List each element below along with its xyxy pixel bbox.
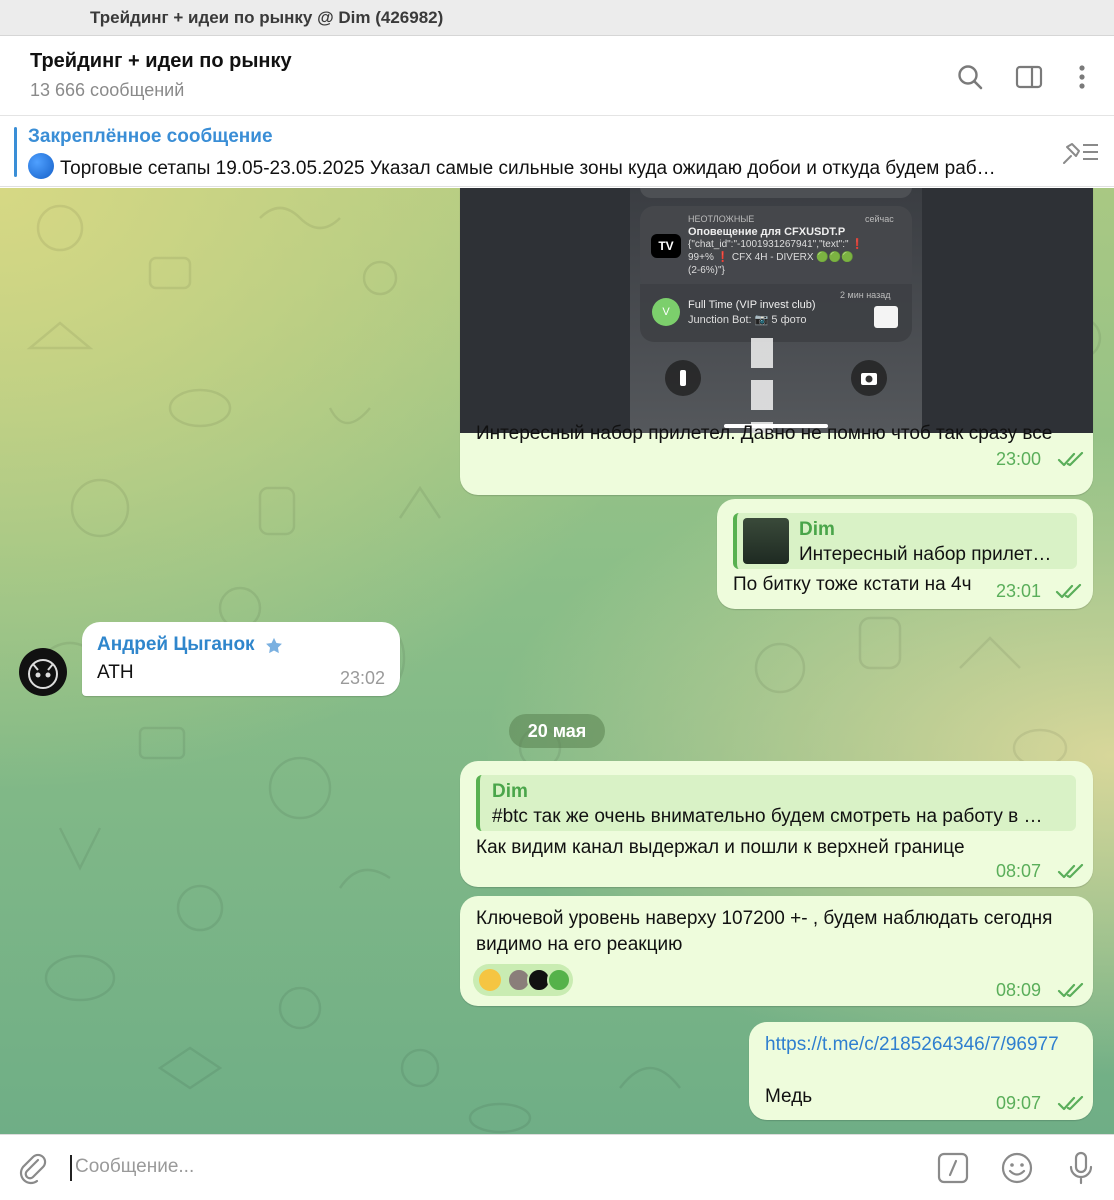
notification-line-1: {"chat_id":"-1001931267941","text":" ❗ — [688, 239, 864, 250]
search-icon[interactable] — [955, 62, 985, 92]
paperclip-icon[interactable] — [16, 1151, 50, 1185]
message-text: Медь — [765, 1086, 813, 1107]
message-time: 08:09 — [996, 980, 1042, 1000]
notification-telegram: V Full Time (VIP invest club) Junction B… — [640, 284, 912, 342]
window-title: Трейдинг + идеи по рынку @ Dim (426982) — [90, 8, 444, 27]
message-time: 23:02 — [340, 668, 386, 688]
reply-quote[interactable]: Dim #btc так же очень внимательно будем … — [476, 775, 1076, 831]
reply-quote[interactable]: Dim Интересный набор прилет… — [733, 513, 1077, 569]
reactions-pill[interactable] — [473, 964, 573, 996]
pinned-indicator — [14, 127, 17, 177]
notification-title: Оповещение для CFXUSDT.P — [688, 226, 846, 238]
blue-circle-emoji — [28, 153, 54, 179]
pin-list-icon[interactable] — [1058, 137, 1102, 167]
sidebar-toggle-icon[interactable] — [1014, 62, 1044, 92]
slash-commands-icon[interactable] — [936, 1151, 970, 1185]
flashlight-icon — [665, 360, 701, 396]
tradingview-logo: TV — [651, 234, 681, 258]
star-icon — [266, 637, 282, 654]
screenshot-photo[interactable]: TV НЕОТЛОЖНЫЕ сейчас Оповещение для CFXU… — [460, 188, 1093, 433]
message-text: ATH — [97, 662, 134, 683]
message-text: Интересный набор прилетел. Давно не помн… — [476, 423, 1053, 444]
date-label: 20 мая — [527, 721, 587, 741]
camera-icon — [851, 360, 887, 396]
double-check-icon — [1055, 584, 1082, 599]
reply-author: Dim — [492, 781, 528, 802]
reply-snippet: #btc так же очень внимательно будем смот… — [492, 806, 1043, 827]
double-check-icon — [1057, 1096, 1084, 1111]
sender-avatar[interactable] — [19, 648, 67, 696]
message-time: 09:07 — [996, 1093, 1042, 1113]
message-text-line-2: видимо на его реакцию — [476, 934, 683, 955]
reply-message-bubble[interactable]: Dim #btc так же очень внимательно будем … — [460, 761, 1093, 887]
notification-2-time: 2 мин назад — [840, 290, 891, 300]
window-titlebar: Трейдинг + идеи по рынку @ Dim (426982) — [0, 0, 1114, 36]
notification-tag: НЕОТЛОЖНЫЕ — [688, 214, 755, 224]
message-text-line-1: Ключевой уровень наверху 107200 +- , буд… — [476, 908, 1053, 929]
pinned-message-bar[interactable]: Закреплённое сообщение Торговые сетапы 1… — [0, 117, 1114, 187]
photo-message-bubble[interactable]: TV НЕОТЛОЖНЫЕ сейчас Оповещение для CFXU… — [460, 188, 1093, 495]
notification-time: сейчас — [865, 214, 894, 224]
message-time: 23:01 — [996, 581, 1042, 601]
message-text: По битку тоже кстати на 4ч — [733, 574, 972, 595]
notification-2-title: Full Time (VIP invest club) — [688, 299, 816, 311]
notification-tradingview: TV НЕОТЛОЖНЫЕ сейчас Оповещение для CFXU… — [640, 206, 912, 290]
notification-2-text: Junction Bot: 📷 5 фото — [688, 314, 807, 326]
sender-name[interactable]: Андрей Цыганок — [97, 634, 255, 656]
emoji-icon[interactable] — [1000, 1151, 1034, 1185]
notification-thumbnail — [874, 306, 898, 328]
microphone-icon[interactable] — [1064, 1151, 1098, 1185]
pinned-title: Закреплённое сообщение — [28, 126, 273, 147]
message-time: 08:07 — [996, 861, 1042, 881]
pinned-text: Торговые сетапы 19.05-23.05.2025 Указал … — [60, 158, 996, 179]
notification-avatar: V — [652, 298, 680, 326]
message-composer: Сообщение... — [0, 1134, 1114, 1200]
date-separator: 20 мая — [509, 714, 605, 748]
double-check-icon — [1057, 864, 1084, 879]
reactor-avatar — [547, 968, 571, 992]
message-link[interactable]: https://t.me/c/2185264346/7/96977 — [765, 1032, 1059, 1058]
road-marking — [751, 338, 773, 433]
chat-header[interactable]: Трейдинг + идеи по рынку 13 666 сообщени… — [0, 36, 1114, 116]
notification-partial — [640, 188, 912, 198]
link-message-bubble[interactable]: https://t.me/c/2185264346/7/96977 Медь 0… — [749, 1022, 1093, 1120]
double-check-icon — [1057, 452, 1084, 467]
notification-line-3: (2-6%)"} — [688, 265, 725, 276]
message-count: 13 666 сообщений — [30, 80, 185, 100]
more-vertical-icon[interactable] — [1067, 62, 1097, 92]
chat-name[interactable]: Трейдинг + идеи по рынку — [30, 50, 292, 73]
message-input[interactable]: Сообщение... — [70, 1155, 194, 1181]
reply-snippet: Интересный набор прилет… — [799, 544, 1052, 565]
incoming-message-bubble[interactable]: Андрей Цыганок ATH 23:02 — [82, 622, 400, 696]
reply-thumbnail — [743, 518, 789, 564]
phone-lockscreen: TV НЕОТЛОЖНЫЕ сейчас Оповещение для CFXU… — [630, 188, 922, 433]
message-text: Как видим канал выдержал и пошли к верхн… — [476, 837, 965, 858]
message-time: 23:00 — [996, 449, 1042, 469]
notification-line-2: 99+% ❗ CFX 4H - DIVERX 🟢🟢🟢 — [688, 252, 854, 263]
pinned-text-row[interactable]: Торговые сетапы 19.05-23.05.2025 Указал … — [28, 153, 1028, 180]
double-check-icon — [1057, 983, 1084, 998]
reply-author: Dim — [799, 519, 835, 540]
reply-message-bubble[interactable]: Dim Интересный набор прилет… По битку то… — [717, 499, 1093, 609]
chat-area[interactable]: TV НЕОТЛОЖНЫЕ сейчас Оповещение для CFXU… — [0, 188, 1114, 1134]
thumbs-up-icon — [479, 969, 501, 991]
